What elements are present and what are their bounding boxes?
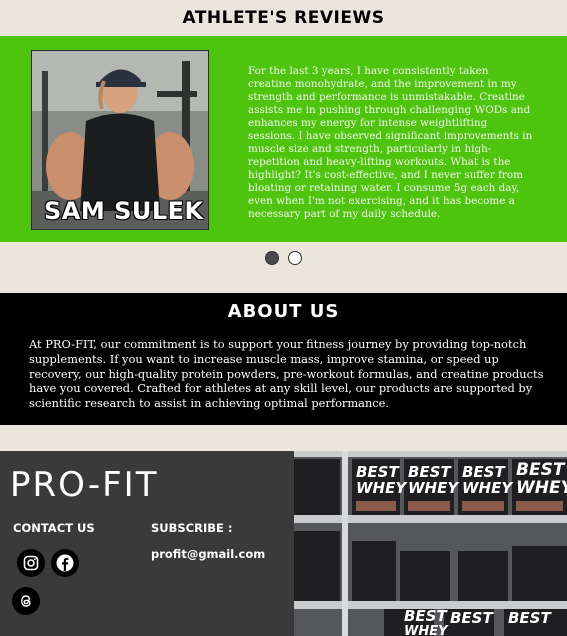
shelf-label: BEST	[404, 607, 448, 625]
logo: PRO-FIT	[10, 465, 159, 505]
instagram-button[interactable]	[17, 549, 45, 577]
athlete-name: SAM SULEK	[44, 197, 204, 225]
facebook-button[interactable]	[51, 549, 79, 577]
subscribe-label: SUBSCRIBE :	[151, 521, 233, 535]
about-title: ABOUT US	[227, 301, 340, 322]
shelf-label: BEST	[450, 609, 494, 627]
athlete-photo: SAM SULEK	[31, 50, 209, 230]
shelf-label: BEST	[508, 609, 552, 627]
about-section: ABOUT US At PRO-FIT, our commitment is t…	[0, 293, 567, 425]
footer: PRO-FIT CONTACT US SUBSCRIBE : profit@gm…	[0, 451, 567, 636]
product-shelf-image: BEST BEST BEST BEST WHEY WHEY WHEY WHEY …	[294, 451, 567, 636]
review-card: SAM SULEK For the last 3 years, I have c…	[0, 36, 567, 242]
shelf-label: WHEY	[462, 479, 514, 497]
review-text: For the last 3 years, I have consistentl…	[248, 65, 533, 220]
shelf-label: BEST	[516, 460, 566, 480]
about-text: At PRO-FIT, our commitment is to support…	[29, 337, 544, 411]
contact-us-label: CONTACT US	[13, 521, 95, 535]
instagram-icon	[23, 555, 39, 571]
threads-button[interactable]	[12, 587, 40, 615]
shelf-label: WHEY	[408, 479, 460, 497]
product-shelf-illustration: BEST BEST BEST BEST WHEY WHEY WHEY WHEY …	[294, 451, 567, 636]
carousel-dots	[0, 251, 567, 269]
carousel-dot-2[interactable]	[288, 251, 302, 265]
threads-icon	[21, 595, 31, 607]
facebook-icon	[56, 554, 74, 572]
shelf-label: WHEY	[516, 478, 567, 498]
carousel-dot-1[interactable]	[265, 251, 279, 265]
shelf-label: WHEY	[404, 624, 449, 636]
shelf-label: WHEY	[356, 479, 408, 497]
email-link[interactable]: profit@gmail.com	[151, 547, 265, 561]
reviews-title: ATHLETE'S REVIEWS	[182, 8, 385, 28]
